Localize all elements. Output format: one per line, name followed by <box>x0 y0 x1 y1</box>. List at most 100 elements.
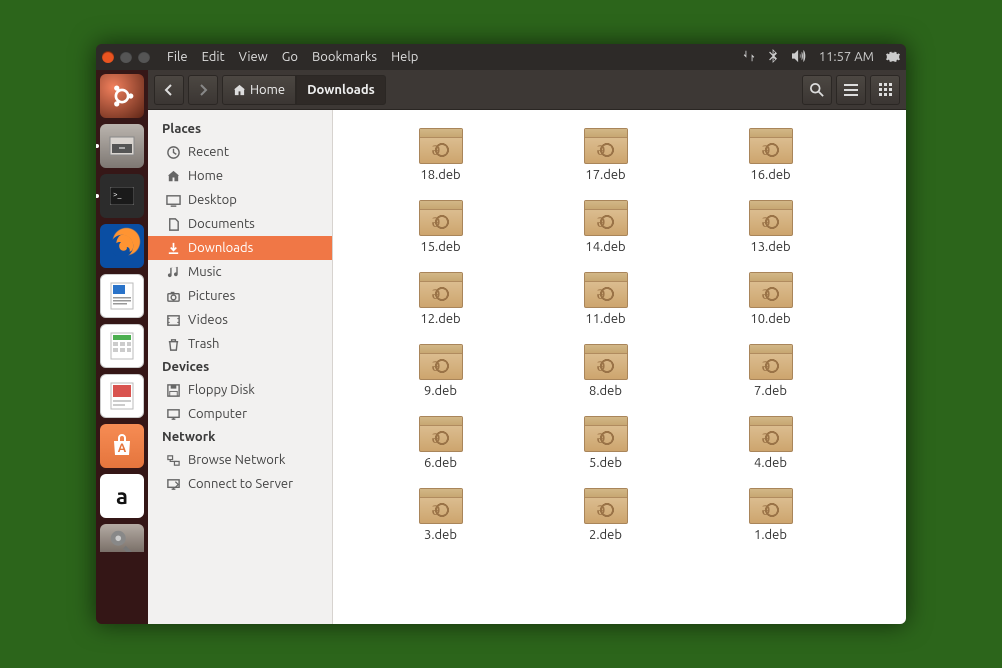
launcher-firefox[interactable] <box>100 224 144 268</box>
search-icon <box>810 83 824 97</box>
list-view-button[interactable] <box>836 75 866 105</box>
window-minimize-button[interactable] <box>120 51 132 63</box>
file-item[interactable]: ə 9.deb <box>363 344 518 398</box>
sidebar-item-music[interactable]: Music <box>148 260 332 284</box>
sidebar-item-videos[interactable]: Videos <box>148 308 332 332</box>
sidebar-section-title: Devices <box>148 356 332 378</box>
chevron-left-icon <box>163 84 175 96</box>
file-item[interactable]: ə 3.deb <box>363 488 518 542</box>
svg-text:>_: >_ <box>113 190 122 199</box>
menu-file[interactable]: File <box>160 50 195 64</box>
menu-help[interactable]: Help <box>384 50 425 64</box>
sidebar-item-label: Browse Network <box>188 453 285 467</box>
file-name: 14.deb <box>585 240 625 254</box>
file-item[interactable]: ə 5.deb <box>528 416 683 470</box>
sidebar-item-downloads[interactable]: Downloads <box>148 236 332 260</box>
back-button[interactable] <box>154 75 184 105</box>
desktop: File Edit View Go Bookmarks Help 11:57 A… <box>96 44 906 624</box>
top-panel: File Edit View Go Bookmarks Help 11:57 A… <box>96 44 906 70</box>
launcher-files[interactable] <box>100 124 144 168</box>
sidebar-item-desktop[interactable]: Desktop <box>148 188 332 212</box>
file-cabinet-icon <box>109 136 135 156</box>
file-name: 5.deb <box>589 456 622 470</box>
menu-go[interactable]: Go <box>275 50 305 64</box>
file-item[interactable]: ə 17.deb <box>528 128 683 182</box>
launcher-calc[interactable] <box>100 324 144 368</box>
sidebar-item-recent[interactable]: Recent <box>148 140 332 164</box>
launcher-software-center[interactable]: A <box>100 424 144 468</box>
file-item[interactable]: ə 6.deb <box>363 416 518 470</box>
deb-package-icon: ə <box>749 416 793 452</box>
file-item[interactable]: ə 15.deb <box>363 200 518 254</box>
deb-package-icon: ə <box>584 416 628 452</box>
deb-package-icon: ə <box>419 344 463 380</box>
deb-package-icon: ə <box>749 128 793 164</box>
sidebar-item-trash[interactable]: Trash <box>148 332 332 356</box>
launcher-amazon[interactable]: a <box>100 474 144 518</box>
file-item[interactable]: ə 12.deb <box>363 272 518 326</box>
sidebar-item-floppy-disk[interactable]: Floppy Disk <box>148 378 332 402</box>
launcher-impress[interactable] <box>100 374 144 418</box>
sidebar-item-browse-network[interactable]: Browse Network <box>148 448 332 472</box>
sidebar-item-connect-to-server[interactable]: Connect to Server <box>148 472 332 496</box>
window-close-button[interactable] <box>102 51 114 63</box>
file-name: 3.deb <box>424 528 457 542</box>
file-item[interactable]: ə 1.deb <box>693 488 848 542</box>
deb-package-icon: ə <box>584 200 628 236</box>
sidebar-item-label: Videos <box>188 313 228 327</box>
clock[interactable]: 11:57 AM <box>819 50 874 64</box>
sidebar-item-home[interactable]: Home <box>148 164 332 188</box>
terminal-icon: >_ <box>110 187 134 205</box>
bluetooth-icon[interactable] <box>768 49 779 66</box>
launcher-settings[interactable] <box>100 524 144 552</box>
deb-package-icon: ə <box>584 128 628 164</box>
nautilus-window: Home Downloads PlacesRecentHomeDesktopDo… <box>148 70 906 624</box>
menu-view[interactable]: View <box>232 50 275 64</box>
launcher-writer[interactable] <box>100 274 144 318</box>
gear-wrench-icon <box>107 527 137 552</box>
file-item[interactable]: ə 4.deb <box>693 416 848 470</box>
deb-package-icon: ə <box>419 488 463 524</box>
file-item[interactable]: ə 2.deb <box>528 488 683 542</box>
file-name: 13.deb <box>750 240 790 254</box>
deb-package-icon: ə <box>749 488 793 524</box>
deb-package-icon: ə <box>749 200 793 236</box>
file-item[interactable]: ə 10.deb <box>693 272 848 326</box>
sidebar-item-documents[interactable]: Documents <box>148 212 332 236</box>
path-segment-home[interactable]: Home <box>222 75 296 105</box>
file-item[interactable]: ə 18.deb <box>363 128 518 182</box>
sidebar-item-computer[interactable]: Computer <box>148 402 332 426</box>
sound-icon[interactable] <box>791 49 807 66</box>
grid-view-button[interactable] <box>870 75 900 105</box>
path-segment-current[interactable]: Downloads <box>296 75 386 105</box>
launcher-dash[interactable] <box>100 74 144 118</box>
search-button[interactable] <box>802 75 832 105</box>
sidebar-item-pictures[interactable]: Pictures <box>148 284 332 308</box>
window-maximize-button[interactable] <box>138 51 150 63</box>
file-item[interactable]: ə 8.deb <box>528 344 683 398</box>
file-name: 16.deb <box>750 168 790 182</box>
menu-bookmarks[interactable]: Bookmarks <box>305 50 384 64</box>
forward-button[interactable] <box>188 75 218 105</box>
file-item[interactable]: ə 13.deb <box>693 200 848 254</box>
gear-icon[interactable] <box>886 49 900 66</box>
file-item[interactable]: ə 14.deb <box>528 200 683 254</box>
deb-package-icon: ə <box>749 344 793 380</box>
launcher-terminal[interactable]: >_ <box>100 174 144 218</box>
file-name: 12.deb <box>420 312 460 326</box>
file-name: 7.deb <box>754 384 787 398</box>
sidebar-item-label: Downloads <box>188 241 253 255</box>
sidebar-item-label: Music <box>188 265 222 279</box>
file-item[interactable]: ə 11.deb <box>528 272 683 326</box>
deb-package-icon: ə <box>419 272 463 308</box>
chevron-right-icon <box>197 84 209 96</box>
file-name: 10.deb <box>750 312 790 326</box>
file-item[interactable]: ə 7.deb <box>693 344 848 398</box>
menu-edit[interactable]: Edit <box>195 50 232 64</box>
firefox-icon <box>107 231 137 261</box>
deb-package-icon: ə <box>419 416 463 452</box>
file-item[interactable]: ə 16.deb <box>693 128 848 182</box>
network-icon[interactable] <box>742 49 756 66</box>
file-view[interactable]: ə 18.debə 17.debə 16.debə 15.debə 14.deb… <box>333 110 906 624</box>
file-name: 4.deb <box>754 456 787 470</box>
